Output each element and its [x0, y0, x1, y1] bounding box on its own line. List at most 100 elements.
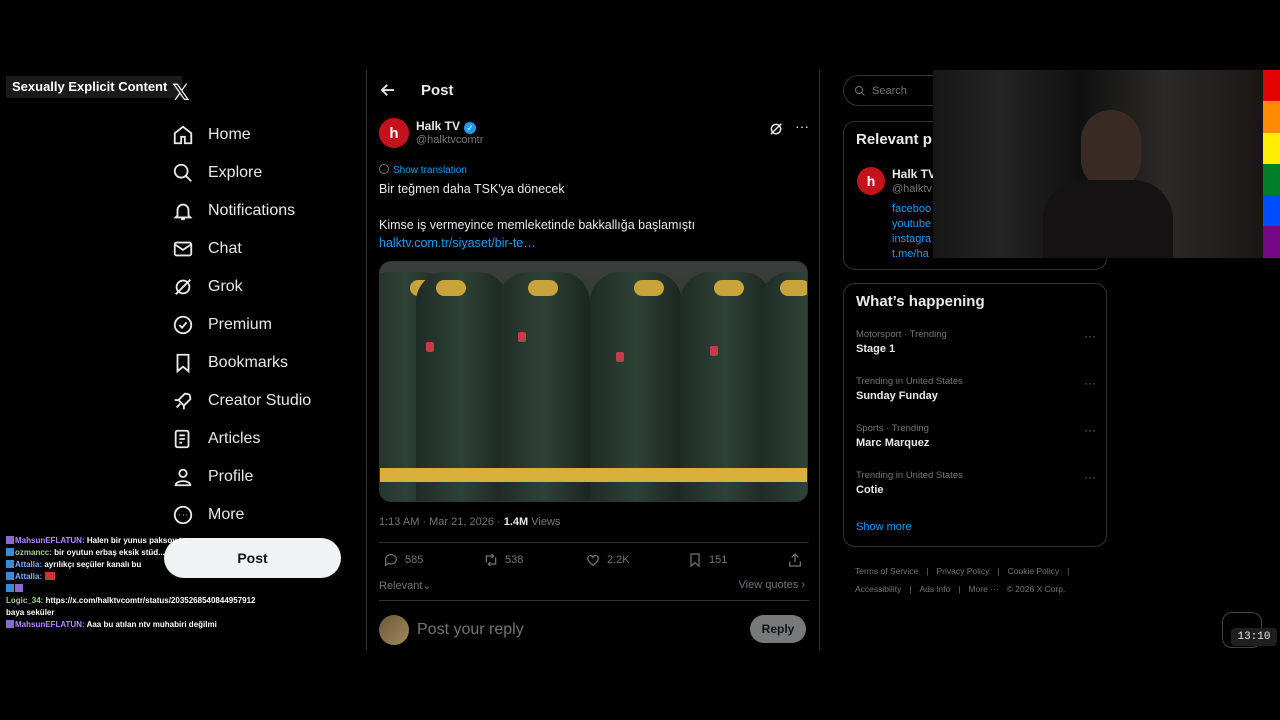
- chat-text: https://x.com/halktvcomtr/status/2035268…: [45, 596, 256, 605]
- reply-submit-button[interactable]: Reply: [750, 615, 806, 643]
- chat-text: bir oyutun erbaş eksik stüd...: [54, 548, 165, 557]
- sidebar-item-creator-studio[interactable]: Creator Studio: [172, 382, 352, 420]
- badge-icon: [6, 548, 14, 556]
- bio-link[interactable]: instagra: [892, 232, 931, 247]
- relevant-handle: @halktv: [892, 183, 932, 195]
- sidebar-item-label: More: [208, 506, 245, 523]
- rainbow-flag: [1263, 70, 1280, 258]
- search-icon: [855, 85, 865, 96]
- home-icon: [173, 125, 193, 145]
- panel-title: Relevant p: [856, 131, 932, 148]
- sidebar-item-label: Grok: [208, 278, 243, 295]
- chat-username: ozmancc:: [15, 548, 52, 557]
- trend-item[interactable]: Trending in United States Cotie ···: [856, 470, 1096, 496]
- premium-badge-icon: [173, 315, 193, 335]
- search-icon: [173, 163, 192, 182]
- post-detail-column: Post h Halk TV ✓ @halktvcomtr ··· Show tr…: [366, 70, 820, 650]
- more-options-icon[interactable]: ···: [1084, 376, 1096, 390]
- sidebar-item-home[interactable]: Home: [172, 116, 352, 154]
- author-handle[interactable]: @halktvcomtr: [416, 134, 483, 146]
- post-text-line: Bir teğmen daha TSK'ya dönecek: [379, 182, 565, 196]
- more-options-icon[interactable]: ···: [1084, 423, 1096, 437]
- sidebar-item-profile[interactable]: Profile: [172, 458, 352, 496]
- sidebar-item-chat[interactable]: Chat: [172, 230, 352, 268]
- avatar[interactable]: [379, 615, 409, 645]
- chat-username: Logic_34:: [6, 596, 44, 605]
- bookmark-icon: [176, 353, 190, 374]
- grok-icon[interactable]: [769, 122, 783, 136]
- chat-message: baya seküler: [6, 607, 266, 619]
- show-translation-link[interactable]: Show translation: [379, 164, 467, 176]
- trend-item[interactable]: Sports · Trending Marc Marquez ···: [856, 423, 1096, 449]
- envelope-icon: [173, 241, 193, 257]
- chat-text: ayrılıkçı seçüler kanalı bu: [44, 560, 142, 569]
- author-name[interactable]: Halk TV ✓: [416, 119, 477, 134]
- post-timestamp: 1:13 AM · Mar 21, 2026 · 1.4M Views: [379, 516, 560, 528]
- more-options-icon[interactable]: ···: [795, 118, 809, 134]
- footer-link[interactable]: Terms of Service: [855, 566, 918, 576]
- streamer-figure: [1081, 110, 1141, 190]
- reply-button[interactable]: 585: [383, 552, 423, 568]
- author-name-text: Halk TV: [416, 119, 461, 133]
- bio-links: faceboo youtube instagra t.me/ha: [892, 202, 931, 262]
- footer-separator: |: [926, 566, 929, 576]
- bio-link[interactable]: t.me/ha: [892, 247, 931, 262]
- sidebar-item-bookmarks[interactable]: Bookmarks: [172, 344, 352, 382]
- avatar[interactable]: h: [857, 167, 885, 195]
- sidebar-item-grok[interactable]: Grok: [172, 268, 352, 306]
- sidebar-item-label: Premium: [208, 316, 273, 333]
- chat-message: Attalla:: [6, 571, 266, 583]
- sidebar-item-label: Chat: [208, 240, 242, 257]
- sidebar-item-explore[interactable]: Explore: [172, 154, 352, 192]
- repost-button[interactable]: 538: [483, 552, 523, 568]
- relevant-name[interactable]: Halk TV: [892, 167, 936, 181]
- sidebar-item-articles[interactable]: Articles: [172, 420, 352, 458]
- avatar[interactable]: h: [379, 118, 409, 148]
- share-button[interactable]: [787, 552, 809, 568]
- more-options-icon[interactable]: ···: [1084, 470, 1096, 484]
- more-options-icon[interactable]: ···: [1084, 329, 1096, 343]
- sidebar-item-notifications[interactable]: Notifications: [172, 192, 352, 230]
- emote-icon: [45, 572, 56, 580]
- post-image[interactable]: [379, 261, 808, 502]
- like-button[interactable]: 2.2K: [585, 552, 630, 568]
- footer-link[interactable]: Cookie Policy: [1008, 566, 1060, 576]
- footer-link[interactable]: Ads info: [920, 584, 951, 594]
- footer-link[interactable]: Accessibility: [855, 584, 901, 594]
- post-actions: 585 538 2.2K 151: [379, 552, 809, 572]
- bookmark-button[interactable]: 151: [687, 552, 727, 568]
- image-figure: [760, 272, 807, 501]
- sidebar-item-more[interactable]: More: [172, 496, 352, 534]
- chat-message: Logic_34: https://x.com/halktvcomtr/stat…: [6, 595, 266, 607]
- reply-sort-dropdown[interactable]: Relevant⌄: [379, 579, 432, 592]
- footer-links: Terms of Service | Privacy Policy | Cookie P…: [855, 562, 1095, 598]
- post-link[interactable]: halktv.com.tr/siyaset/bir-te…: [379, 234, 809, 252]
- back-arrow-icon[interactable]: [379, 81, 397, 99]
- bio-link[interactable]: youtube: [892, 217, 931, 232]
- image-figure: [590, 272, 682, 501]
- view-quotes-link[interactable]: View quotes ›: [739, 579, 805, 591]
- rocket-icon: [174, 392, 192, 410]
- trend-item[interactable]: Motorsport · Trending Stage 1 ···: [856, 329, 1096, 355]
- post-text-line: Kimse iş vermeyince memleketinde bakkall…: [379, 218, 696, 232]
- trend-item[interactable]: Trending in United States Sunday Funday …: [856, 376, 1096, 402]
- globe-icon: [379, 164, 389, 174]
- heart-icon: [587, 554, 599, 567]
- content-warning-label: Sexually Explicit Content: [6, 76, 182, 98]
- show-more-link[interactable]: Show more: [856, 521, 912, 533]
- reply-input[interactable]: [417, 619, 717, 641]
- footer-link[interactable]: More ···: [968, 584, 998, 594]
- reply-count: 585: [405, 554, 424, 566]
- footer-separator: |: [909, 584, 912, 594]
- bookmark-count: 151: [709, 554, 728, 566]
- x-logo-icon[interactable]: 𝕏: [172, 80, 196, 105]
- page-title: Post: [421, 81, 454, 99]
- badge-icon: [6, 584, 14, 592]
- bookmark-icon: [690, 553, 700, 568]
- footer-link[interactable]: Privacy Policy: [937, 566, 990, 576]
- verified-badge-icon: ✓: [464, 122, 477, 134]
- bio-link[interactable]: faceboo: [892, 202, 931, 217]
- share-icon: [789, 553, 801, 567]
- repost-icon: [485, 553, 497, 567]
- sidebar-item-premium[interactable]: Premium: [172, 306, 352, 344]
